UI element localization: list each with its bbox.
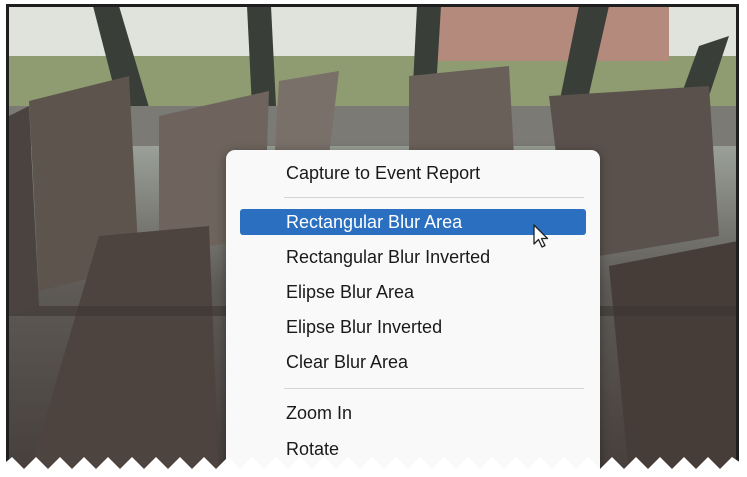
menu-item-rotate[interactable]: Rotate	[240, 436, 586, 462]
menu-item-elipse-blur-area[interactable]: Elipse Blur Area	[240, 279, 586, 305]
menu-item-label: Rectangular Blur Area	[286, 212, 463, 232]
menu-item-label: Rectangular Blur Inverted	[286, 247, 491, 267]
menu-item-label: Clear Blur Area	[286, 352, 409, 372]
menu-item-elipse-blur-inverted[interactable]: Elipse Blur Inverted	[240, 314, 586, 340]
menu-separator	[284, 388, 584, 389]
menu-item-label: Rotate	[286, 439, 340, 459]
mouse-pointer-icon	[533, 224, 551, 255]
screenshot-frame: Capture to Event Report Rectangular Blur…	[0, 0, 747, 477]
menu-item-capture-to-event-report[interactable]: Capture to Event Report	[240, 160, 586, 186]
menu-item-label: Zoom In	[286, 403, 353, 423]
menu-item-label: Elipse Blur Inverted	[286, 317, 443, 337]
menu-item-zoom-in[interactable]: Zoom In	[240, 400, 586, 426]
menu-item-clear-blur-area[interactable]: Clear Blur Area	[240, 349, 586, 375]
context-menu: Capture to Event Report Rectangular Blur…	[226, 150, 600, 477]
menu-item-label: Capture to Event Report	[286, 163, 481, 183]
menu-separator	[284, 197, 584, 198]
menu-item-label: Elipse Blur Area	[286, 282, 415, 302]
